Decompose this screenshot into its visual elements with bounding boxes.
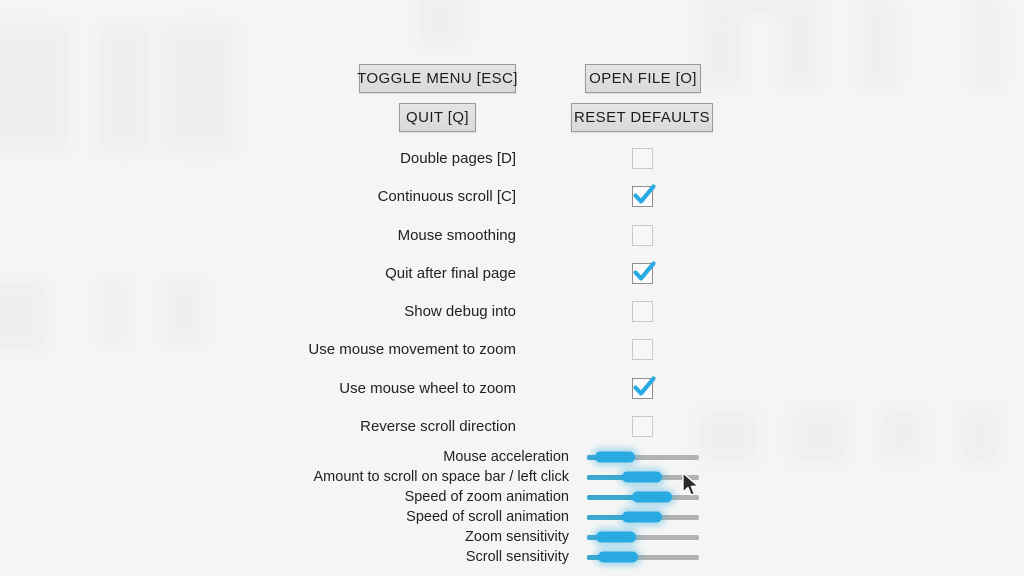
checkbox-unchecked[interactable] — [632, 300, 653, 322]
checkbox-option-label: Use mouse wheel to zoom — [339, 379, 516, 397]
checkbox-option-row: Use mouse wheel to zoom — [0, 375, 1024, 401]
slider-handle[interactable] — [596, 531, 637, 543]
slider-option-row: Amount to scroll on space bar / left cli… — [0, 467, 1024, 487]
slider-track[interactable] — [587, 491, 699, 503]
checkbox-cell — [516, 415, 1024, 437]
checkbox-option-row: Use mouse movement to zoom — [0, 336, 1024, 362]
checkbox-unchecked[interactable] — [632, 338, 653, 360]
checkbox-option-label: Reverse scroll direction — [360, 417, 516, 435]
toggle-menu-button[interactable]: TOGGLE MENU [ESC] — [357, 64, 517, 93]
slider-track-cell — [569, 451, 1024, 463]
slider-track[interactable] — [587, 451, 699, 463]
checkbox-option-row: Show debug into — [0, 298, 1024, 324]
slider-option-label: Speed of scroll animation — [406, 509, 569, 525]
slider-handle[interactable] — [595, 451, 635, 463]
checkbox-cell — [516, 224, 1024, 246]
slider-handle[interactable] — [621, 471, 662, 483]
checkmark-icon — [633, 183, 656, 204]
checkbox-checked[interactable] — [632, 260, 656, 284]
checkbox-cell — [516, 300, 1024, 322]
checkbox-unchecked[interactable] — [632, 224, 653, 246]
slider-option-row: Mouse acceleration — [0, 447, 1024, 467]
checkbox-option-row: Continuous scroll [C] — [0, 183, 1024, 209]
slider-option-row: Scroll sensitivity — [0, 547, 1024, 567]
slider-track-cell — [569, 471, 1024, 483]
slider-track[interactable] — [587, 531, 699, 543]
checkbox-option-row: Double pages [D] — [0, 145, 1024, 171]
slider-track[interactable] — [587, 511, 699, 523]
slider-track-cell — [569, 511, 1024, 523]
checkbox-cell — [516, 375, 1024, 399]
quit-button[interactable]: QUIT [Q] — [399, 103, 476, 132]
slider-option-label: Scroll sensitivity — [465, 549, 569, 565]
checkbox-cell — [516, 183, 1024, 207]
checkbox-option-row: Mouse smoothing — [0, 222, 1024, 248]
slider-option-row: Speed of scroll animation — [0, 507, 1024, 527]
reset-defaults-button[interactable]: RESET DEFAULTS — [571, 103, 713, 132]
checkbox-unchecked[interactable] — [632, 415, 653, 437]
slider-track[interactable] — [587, 471, 699, 483]
checkbox-option-label: Show debug into — [404, 302, 516, 320]
checkbox-cell — [516, 147, 1024, 169]
checkbox-checked[interactable] — [632, 375, 656, 399]
slider-option-row: Speed of zoom animation — [0, 487, 1024, 507]
checkbox-option-label: Quit after final page — [385, 264, 516, 282]
slider-handle[interactable] — [598, 551, 639, 563]
checkmark-icon — [633, 260, 656, 281]
slider-handle[interactable] — [621, 511, 662, 523]
slider-option-label: Amount to scroll on space bar / left cli… — [313, 469, 569, 485]
settings-menu-overlay: TOGGLE MENU [ESC] QUIT [Q] OPEN FILE [O]… — [0, 0, 1024, 576]
slider-option-row: Zoom sensitivity — [0, 527, 1024, 547]
slider-option-label: Mouse acceleration — [443, 449, 569, 465]
slider-option-label: Speed of zoom animation — [404, 489, 569, 505]
slider-track-cell — [569, 551, 1024, 563]
checkmark-icon — [633, 375, 656, 396]
slider-handle[interactable] — [631, 491, 672, 503]
slider-track[interactable] — [587, 551, 699, 563]
checkbox-cell — [516, 260, 1024, 284]
slider-track-cell — [569, 491, 1024, 503]
checkbox-option-row: Quit after final page — [0, 260, 1024, 286]
slider-track-cell — [569, 531, 1024, 543]
open-file-button[interactable]: OPEN FILE [O] — [585, 64, 701, 93]
checkbox-option-label: Mouse smoothing — [397, 226, 516, 244]
checkbox-option-row: Reverse scroll direction — [0, 413, 1024, 439]
slider-option-label: Zoom sensitivity — [465, 529, 569, 545]
checkbox-option-label: Double pages [D] — [400, 149, 516, 167]
checkbox-checked[interactable] — [632, 183, 656, 207]
checkbox-unchecked[interactable] — [632, 147, 653, 169]
checkbox-option-label: Use mouse movement to zoom — [308, 340, 516, 358]
checkbox-option-label: Continuous scroll [C] — [377, 187, 516, 205]
checkbox-cell — [516, 338, 1024, 360]
